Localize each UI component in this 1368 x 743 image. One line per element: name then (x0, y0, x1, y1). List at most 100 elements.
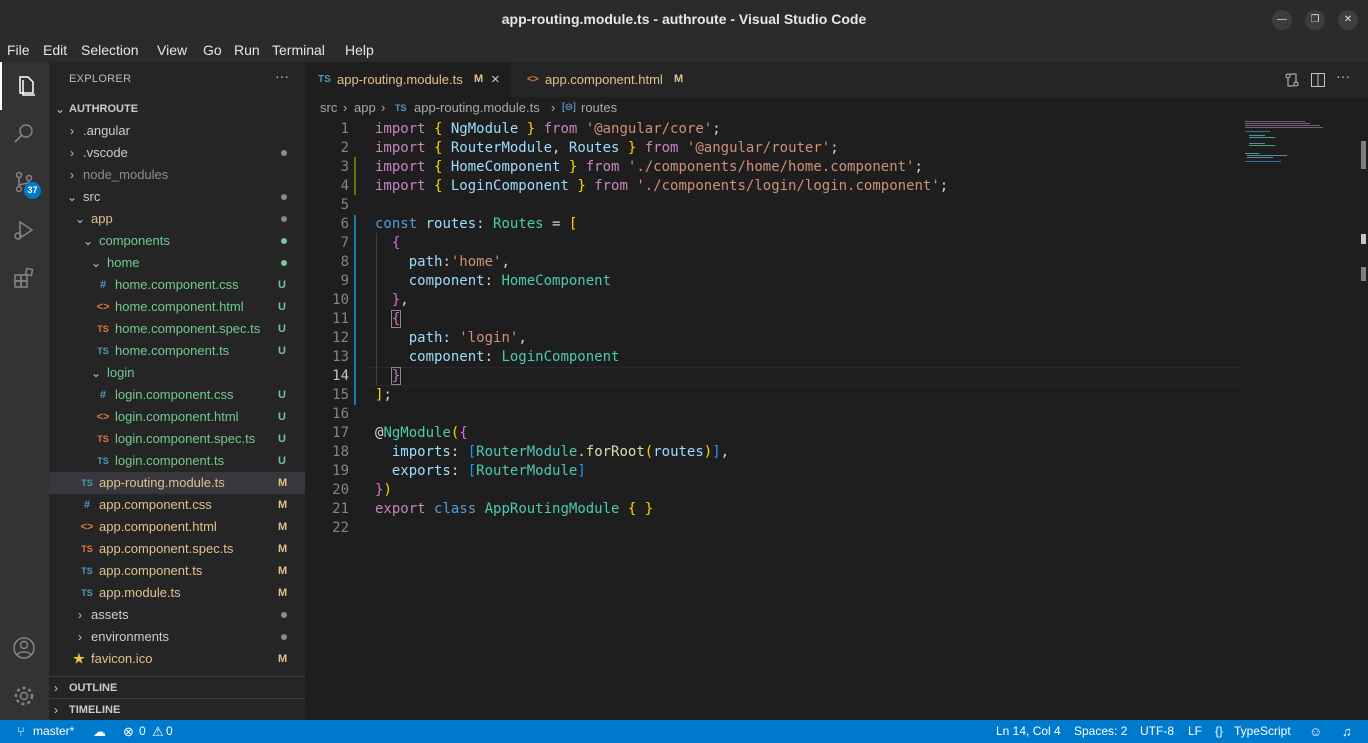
encoding[interactable]: UTF-8 (1140, 720, 1174, 743)
line-number: 22 (332, 520, 349, 536)
split-editor-icon[interactable] (1310, 72, 1326, 88)
chevron-down-icon: ⌄ (74, 212, 86, 226)
git-added-marker (354, 157, 356, 176)
close-window-button[interactable]: ✕ (1338, 10, 1358, 30)
tree-file-login-css[interactable]: # login.component.css U (49, 384, 305, 406)
code-line: { (391, 235, 401, 251)
tree-folder-assets[interactable]: › assets (49, 604, 305, 626)
star-icon: ★ (73, 651, 85, 666)
breadcrumb-symbol[interactable]: routes (581, 97, 617, 119)
breadcrumb-file[interactable]: app-routing.module.ts (414, 97, 540, 119)
chevron-right-icon: › (78, 630, 82, 644)
tree-file-app-routing-module[interactable]: TS app-routing.module.ts M (49, 472, 305, 494)
menu-bar: File Edit Selection View Go Run Terminal… (0, 39, 1368, 62)
line-number: 11 (332, 311, 349, 327)
menu-help[interactable]: Help (345, 42, 374, 58)
tab-app-routing-module[interactable]: TS app-routing.module.ts M × (305, 62, 510, 97)
search-activity-button[interactable] (0, 110, 49, 158)
tree-file-favicon[interactable]: ★ favicon.ico M (49, 648, 305, 670)
tree-folder-home[interactable]: ⌄ home (49, 252, 305, 274)
error-icon: ⊗ (123, 724, 134, 739)
tree-file-home-css[interactable]: # home.component.css U (49, 274, 305, 296)
line-number: 16 (332, 406, 349, 422)
bell-icon[interactable]: ♫ (1342, 720, 1352, 743)
css-file-icon: # (99, 389, 107, 401)
tree-folder-login[interactable]: ⌄ login (49, 362, 305, 384)
extensions-activity-button[interactable] (0, 254, 49, 302)
tree-file-app-component-html[interactable]: <> app.component.html M (49, 516, 305, 538)
source-control-activity-button[interactable] (0, 158, 49, 206)
cursor-position[interactable]: Ln 14, Col 4 (996, 720, 1061, 743)
tree-file-app-component-css[interactable]: # app.component.css M (49, 494, 305, 516)
close-icon[interactable]: × (491, 62, 500, 97)
more-actions-icon[interactable]: ··· (1336, 68, 1352, 84)
tree-folder-app[interactable]: ⌄ app (49, 208, 305, 230)
branch-name[interactable]: master* (33, 720, 74, 743)
line-number: 13 (332, 349, 349, 365)
warning-count[interactable]: 0 (166, 720, 173, 743)
menu-edit[interactable]: Edit (43, 42, 67, 58)
tree-file-app-component-spec[interactable]: TS app.component.spec.ts M (49, 538, 305, 560)
explorer-activity-button[interactable] (0, 62, 49, 110)
outline-section-header[interactable]: › OUTLINE (49, 676, 305, 698)
end-of-line[interactable]: LF (1188, 720, 1202, 743)
line-number: 2 (340, 140, 349, 156)
menu-go[interactable]: Go (203, 42, 222, 58)
minimap[interactable] (1245, 119, 1355, 179)
scrollbar-marker (1361, 141, 1366, 169)
tree-file-app-module[interactable]: TS app.module.ts M (49, 582, 305, 604)
chevron-right-icon: › (54, 681, 58, 695)
line-number: 10 (332, 292, 349, 308)
language-mode[interactable]: TypeScript (1234, 720, 1291, 743)
tree-folder-angular[interactable]: › .angular (49, 120, 305, 142)
breadcrumb-app[interactable]: app (354, 97, 376, 119)
menu-run[interactable]: Run (234, 42, 260, 58)
line-number: 20 (332, 482, 349, 498)
tree-folder-environments[interactable]: › environments (49, 626, 305, 648)
timeline-section-header[interactable]: › TIMELINE (49, 698, 305, 720)
feedback-icon[interactable]: ☺ (1309, 720, 1322, 743)
tree-file-home-spec[interactable]: TS home.component.spec.ts U (49, 318, 305, 340)
tree-file-app-component-ts[interactable]: TS app.component.ts M (49, 560, 305, 582)
code-line: }, (391, 292, 409, 308)
code-editor[interactable]: 1 2 3 4 5 6 7 8 9 10 11 12 13 14 15 16 1… (305, 119, 1368, 720)
tree-file-login-spec[interactable]: TS login.component.spec.ts U (49, 428, 305, 450)
tree-folder-components[interactable]: ⌄ components (49, 230, 305, 252)
menu-view[interactable]: View (157, 42, 187, 58)
tree-file-home-html[interactable]: <> home.component.html U (49, 296, 305, 318)
html-file-icon: <> (96, 301, 110, 313)
menu-file[interactable]: File (7, 42, 30, 58)
account-icon (13, 637, 35, 659)
tree-folder-node-modules[interactable]: › node_modules (49, 164, 305, 186)
line-number: 18 (332, 444, 349, 460)
maximize-button[interactable]: ❐ (1305, 10, 1325, 30)
manage-activity-button[interactable] (0, 672, 49, 720)
accounts-activity-button[interactable] (0, 624, 49, 672)
tree-file-login-html[interactable]: <> login.component.html U (49, 406, 305, 428)
sync-icon[interactable]: ☁ (93, 720, 106, 743)
workspace-root[interactable]: ⌄ AUTHROUTE (49, 98, 305, 120)
breadcrumb-separator: › (343, 100, 348, 115)
line-number: 7 (340, 235, 349, 251)
minimize-button[interactable]: — (1272, 10, 1292, 30)
tree-folder-src[interactable]: ⌄ src (49, 186, 305, 208)
warning-icon: ⚠ (152, 724, 164, 739)
tree-folder-vscode[interactable]: › .vscode (49, 142, 305, 164)
menu-selection[interactable]: Selection (81, 42, 139, 58)
breadcrumb-src[interactable]: src (320, 97, 337, 119)
line-number: 19 (332, 463, 349, 479)
tree-file-login-ts[interactable]: TS login.component.ts U (49, 450, 305, 472)
open-changes-icon[interactable] (1284, 72, 1300, 88)
vertical-scrollbar[interactable] (1358, 119, 1368, 720)
code-line: }) (375, 482, 392, 498)
menu-terminal[interactable]: Terminal (272, 42, 325, 58)
explorer-more-actions-button[interactable]: ··· (275, 68, 289, 84)
indentation[interactable]: Spaces: 2 (1074, 720, 1127, 743)
activity-bar: 37 (0, 62, 49, 720)
error-count[interactable]: 0 (139, 720, 146, 743)
tree-file-home-ts[interactable]: TS home.component.ts U (49, 340, 305, 362)
run-debug-activity-button[interactable] (0, 206, 49, 254)
line-number: 9 (340, 273, 349, 289)
extensions-icon (14, 267, 34, 288)
tab-app-component-html[interactable]: <> app.component.html M (510, 62, 710, 97)
